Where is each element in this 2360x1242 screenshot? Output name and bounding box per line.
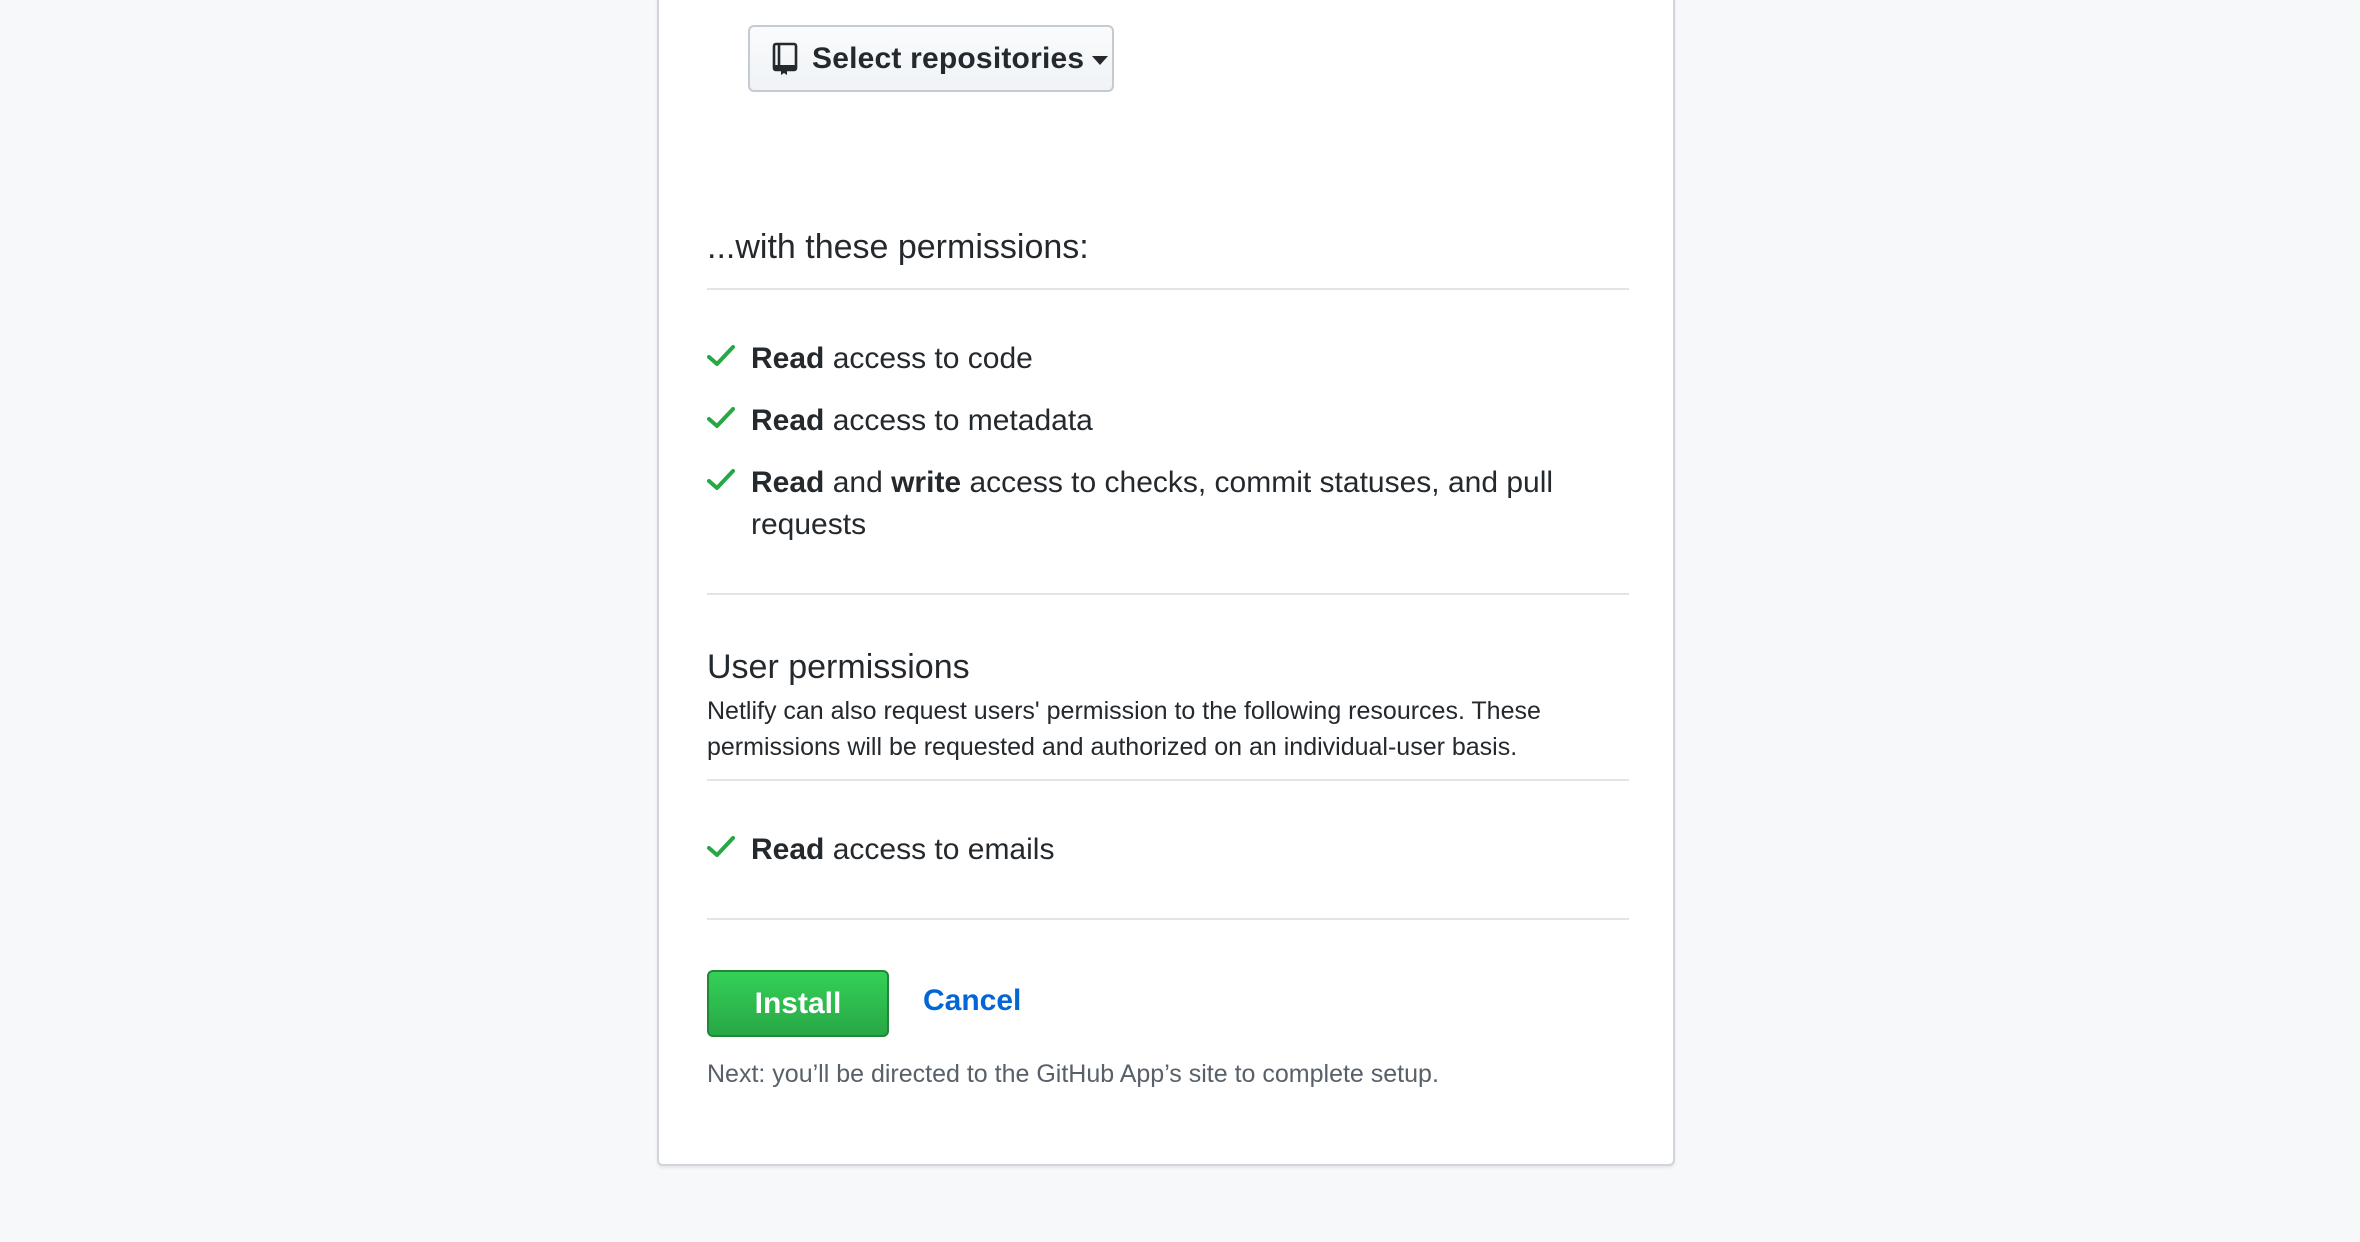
user-permissions-description: Netlify can also request users' permissi… [707, 697, 1541, 761]
permission-item-read-emails: Read access to emails [707, 829, 1607, 871]
next-step-note: Next: you’ll be directed to the GitHub A… [707, 1060, 1439, 1088]
permission-item-read-write-checks: Read and write access to checks, commit … [707, 462, 1607, 546]
select-repositories-dropdown[interactable]: Select repositories [748, 25, 1114, 92]
cancel-link[interactable]: Cancel [923, 984, 1021, 1018]
divider [707, 593, 1629, 595]
permission-text: Read access to metadata [751, 404, 1093, 437]
check-icon [707, 345, 735, 366]
permission-text: Read access to code [751, 342, 1033, 375]
repo-icon [772, 42, 798, 76]
permission-item-read-metadata: Read access to metadata [707, 400, 1607, 442]
check-icon [707, 407, 735, 428]
install-button[interactable]: Install [707, 970, 889, 1037]
permission-item-read-code: Read access to code [707, 338, 1607, 380]
chevron-down-icon [1092, 56, 1109, 65]
permission-text: Read access to emails [751, 833, 1055, 866]
user-permissions-heading: User permissions [707, 648, 970, 686]
divider [707, 779, 1629, 781]
select-repositories-label: Select repositories [812, 41, 1085, 75]
divider [707, 918, 1629, 920]
install-app-card: Select repositories ...with these permis… [657, 0, 1675, 1166]
check-icon [707, 836, 735, 857]
permission-text: Read and write access to checks, commit … [751, 466, 1554, 541]
check-icon [707, 469, 735, 490]
permissions-heading: ...with these permissions: [707, 228, 1089, 266]
divider [707, 288, 1629, 290]
